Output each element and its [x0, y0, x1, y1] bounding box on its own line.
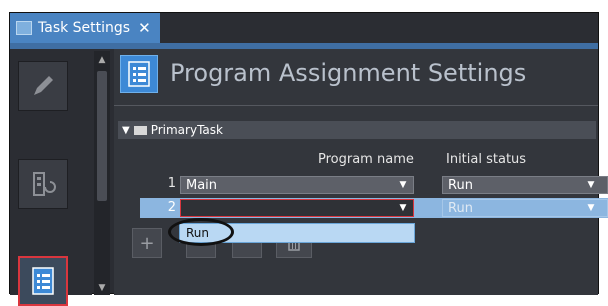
list-icon: [128, 61, 150, 87]
row-number-2: 2: [167, 200, 176, 215]
column-header-program-name: Program name: [318, 152, 414, 167]
program-select-row-1[interactable]: Main ▼: [180, 176, 414, 194]
title-divider: [114, 105, 598, 106]
sidebar: [10, 49, 92, 306]
task-group-header[interactable]: ▼ PrimaryTask: [118, 121, 596, 139]
main-panel: Program Assignment Settings: [114, 49, 598, 295]
tab-close-button[interactable]: ✕: [138, 19, 151, 37]
scroll-down-icon[interactable]: ▼: [97, 283, 107, 293]
chevron-down-icon[interactable]: ▼: [395, 178, 411, 192]
status-value: Run: [448, 177, 473, 193]
program-select-row-2[interactable]: ▼: [180, 199, 414, 217]
tab-label: Task Settings: [38, 20, 131, 36]
highlight-ellipse: [168, 218, 234, 246]
sidebar-edit-button[interactable]: [18, 61, 68, 111]
scroll-up-icon[interactable]: ▲: [97, 55, 107, 65]
program-value: Main: [186, 177, 218, 193]
sidebar-task-button[interactable]: [18, 159, 68, 209]
status-value: Run: [448, 200, 473, 216]
status-select-row-1[interactable]: Run ▼: [442, 176, 608, 194]
scrollbar-thumb[interactable]: [97, 71, 107, 201]
collapse-triangle-icon[interactable]: ▼: [122, 125, 130, 136]
column-header-initial-status: Initial status: [446, 152, 527, 167]
add-row-button[interactable]: +: [132, 228, 162, 258]
task-settings-icon: [16, 21, 32, 35]
folder-icon: [133, 125, 147, 135]
row-number-1: 1: [167, 176, 176, 191]
list-document-icon: [32, 267, 54, 295]
sidebar-program-assignment-button[interactable]: [18, 256, 68, 306]
status-select-row-2[interactable]: Run ▼: [442, 199, 608, 217]
tab-task-settings[interactable]: Task Settings ✕: [10, 13, 160, 43]
task-group-label: PrimaryTask: [150, 123, 223, 137]
chevron-down-icon[interactable]: ▼: [583, 201, 599, 215]
page-title: Program Assignment Settings: [170, 59, 527, 87]
chevron-down-icon[interactable]: ▼: [395, 201, 411, 215]
task-restart-icon: [33, 172, 56, 196]
pencil-icon: [34, 76, 53, 95]
sidebar-scrollbar[interactable]: ▲ ▼: [94, 51, 110, 295]
program-assignment-icon: [120, 55, 158, 93]
chevron-down-icon[interactable]: ▼: [583, 178, 599, 192]
